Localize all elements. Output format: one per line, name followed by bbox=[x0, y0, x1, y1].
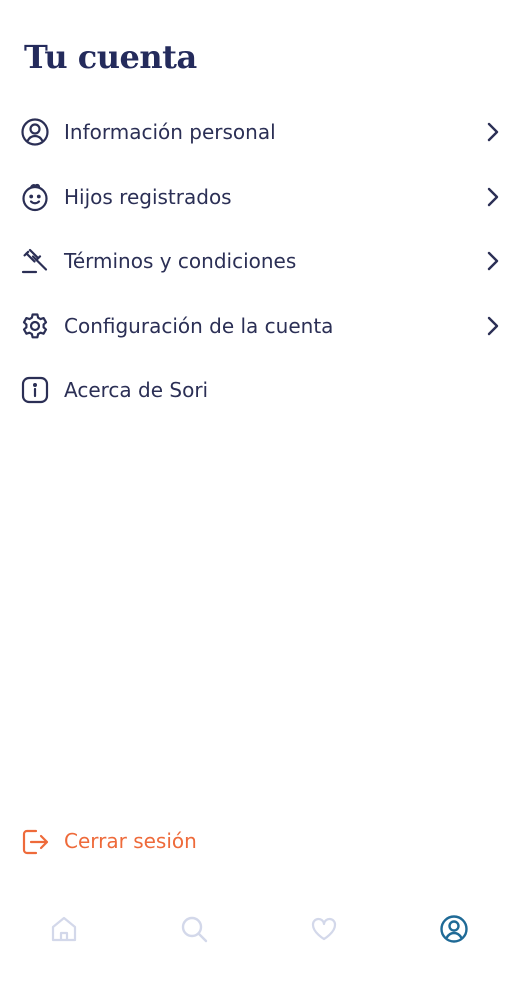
tab-home[interactable] bbox=[44, 909, 84, 949]
chevron-right-icon bbox=[486, 121, 500, 143]
tab-favorites[interactable] bbox=[304, 909, 344, 949]
menu-item-label: Configuración de la cuenta bbox=[64, 313, 334, 338]
heart-icon bbox=[309, 914, 339, 944]
chevron-right-icon bbox=[486, 186, 500, 208]
user-circle-icon bbox=[20, 117, 50, 147]
page-title: Tu cuenta bbox=[24, 38, 197, 76]
search-icon bbox=[179, 914, 209, 944]
menu-item-label: Información personal bbox=[64, 120, 276, 145]
baby-face-icon bbox=[20, 182, 50, 212]
home-icon bbox=[49, 914, 79, 944]
menu-item-label: Términos y condiciones bbox=[64, 249, 297, 274]
tab-search[interactable] bbox=[174, 909, 214, 949]
menu-item-personal-info[interactable]: Información personal bbox=[0, 100, 520, 165]
info-icon bbox=[20, 375, 50, 405]
chevron-right-icon bbox=[486, 250, 500, 272]
bottom-tab-bar bbox=[0, 895, 520, 961]
gavel-icon bbox=[20, 246, 50, 276]
menu-item-terms[interactable]: Términos y condiciones bbox=[0, 229, 520, 294]
menu-item-label: Acerca de Sori bbox=[64, 378, 209, 403]
menu-item-label: Hijos registrados bbox=[64, 184, 232, 209]
account-menu: Información personal Hijos registrados T… bbox=[0, 100, 520, 423]
tab-account[interactable] bbox=[434, 909, 474, 949]
gear-icon bbox=[20, 311, 50, 341]
chevron-right-icon bbox=[486, 315, 500, 337]
logout-label: Cerrar sesión bbox=[64, 829, 197, 853]
user-circle-icon bbox=[439, 914, 469, 944]
menu-item-about[interactable]: Acerca de Sori bbox=[0, 358, 520, 423]
logout-button[interactable]: Cerrar sesión bbox=[0, 812, 260, 872]
menu-item-registered-children[interactable]: Hijos registrados bbox=[0, 165, 520, 230]
menu-item-account-settings[interactable]: Configuración de la cuenta bbox=[0, 294, 520, 359]
logout-icon bbox=[20, 827, 50, 857]
